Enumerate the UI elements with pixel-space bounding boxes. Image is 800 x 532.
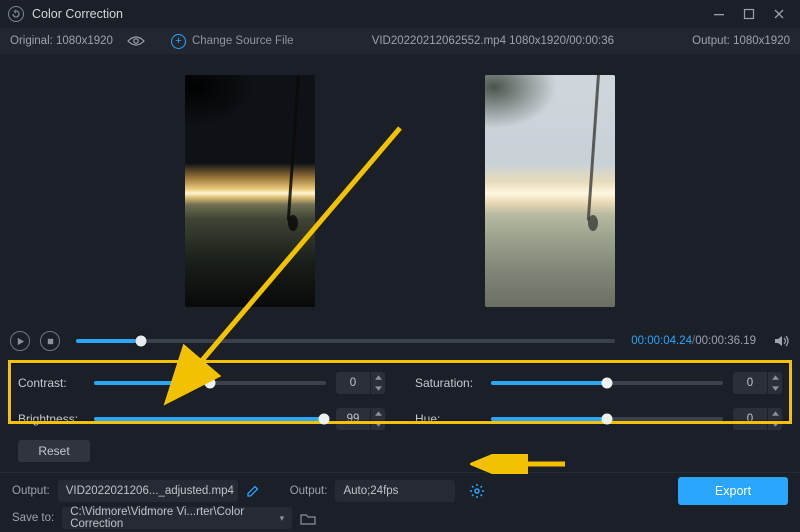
saturation-label: Saturation: <box>415 376 481 390</box>
timeline-row: 00:00:04.24/00:00:36.19 <box>0 324 800 358</box>
brightness-down[interactable] <box>371 419 385 430</box>
edit-filename-icon[interactable] <box>246 484 260 498</box>
hue-up[interactable] <box>768 408 782 419</box>
output-filename-field[interactable]: VID2022021206..._adjusted.mp4 <box>58 480 238 502</box>
brightness-label: Brightness: <box>18 412 84 426</box>
volume-icon[interactable] <box>774 334 790 348</box>
saveto-row: Save to: C:\Vidmore\Vidmore Vi...rter\Co… <box>0 504 800 532</box>
contrast-value: 0 <box>336 377 370 389</box>
contrast-control: Contrast: 0 <box>18 372 385 394</box>
chevron-down-icon: ▾ <box>280 513 285 524</box>
window-title: Color Correction <box>32 7 123 21</box>
settings-gear-icon[interactable] <box>469 483 485 499</box>
contrast-stepper[interactable]: 0 <box>336 372 385 394</box>
source-file-info: VID20220212062552.mp4 1080x1920/00:00:36 <box>294 35 693 47</box>
reset-button[interactable]: Reset <box>18 440 90 462</box>
stop-button[interactable] <box>40 331 60 351</box>
contrast-label: Contrast: <box>18 376 84 390</box>
saturation-stepper[interactable]: 0 <box>733 372 782 394</box>
open-folder-icon[interactable] <box>300 512 316 525</box>
brightness-stepper[interactable]: 99 <box>336 408 385 430</box>
contrast-handle[interactable] <box>205 378 216 389</box>
timeline-handle[interactable] <box>135 336 146 347</box>
contrast-down[interactable] <box>371 383 385 394</box>
hue-value: 0 <box>733 413 767 425</box>
hue-down[interactable] <box>768 419 782 430</box>
correction-panel: Contrast: 0 Saturation: 0 Bright <box>0 358 800 462</box>
timeline-fill <box>76 339 141 343</box>
time-total: 00:00:36.19 <box>695 335 756 347</box>
hue-handle[interactable] <box>602 414 613 425</box>
minimize-button[interactable] <box>706 4 732 24</box>
brightness-up[interactable] <box>371 408 385 419</box>
brightness-slider[interactable] <box>94 417 326 421</box>
output-format-label: Output: <box>290 485 328 497</box>
hue-label: Hue: <box>415 412 481 426</box>
app-logo-icon <box>8 6 24 22</box>
hue-stepper[interactable]: 0 <box>733 408 782 430</box>
time-current: 00:00:04.24 <box>631 335 692 347</box>
close-button[interactable] <box>766 4 792 24</box>
saveto-path-text: C:\Vidmore\Vidmore Vi...rter\Color Corre… <box>70 506 279 530</box>
change-source-button[interactable]: + Change Source File <box>171 34 294 49</box>
source-row: Original: 1080x1920 + Change Source File… <box>0 28 800 54</box>
hue-control: Hue: 0 <box>415 408 782 430</box>
output-format-field[interactable]: Auto;24fps <box>335 480 455 502</box>
original-preview <box>185 75 315 307</box>
preview-area <box>0 54 800 324</box>
contrast-up[interactable] <box>371 372 385 383</box>
adjusted-preview <box>485 75 615 307</box>
output-row: Output: VID2022021206..._adjusted.mp4 Ou… <box>0 472 800 504</box>
preview-toggle-icon[interactable] <box>127 35 145 47</box>
saveto-label: Save to: <box>12 512 54 524</box>
contrast-slider[interactable] <box>94 381 326 385</box>
hue-slider[interactable] <box>491 417 723 421</box>
export-button[interactable]: Export <box>678 477 788 505</box>
saveto-path-field[interactable]: C:\Vidmore\Vidmore Vi...rter\Color Corre… <box>62 507 292 529</box>
timeline-slider[interactable] <box>76 339 615 343</box>
saturation-down[interactable] <box>768 383 782 394</box>
output-resolution-label: Output: 1080x1920 <box>692 35 790 47</box>
title-bar: Color Correction <box>0 0 800 28</box>
saturation-up[interactable] <box>768 372 782 383</box>
brightness-control: Brightness: 99 <box>18 408 385 430</box>
change-source-label: Change Source File <box>192 35 294 47</box>
saturation-control: Saturation: 0 <box>415 372 782 394</box>
saturation-value: 0 <box>733 377 767 389</box>
brightness-value: 99 <box>336 413 370 425</box>
output-filename-label: Output: <box>12 485 50 497</box>
timecode: 00:00:04.24/00:00:36.19 <box>631 335 756 347</box>
play-button[interactable] <box>10 331 30 351</box>
original-resolution-label: Original: 1080x1920 <box>10 35 113 47</box>
brightness-handle[interactable] <box>318 414 329 425</box>
saturation-handle[interactable] <box>602 378 613 389</box>
saturation-slider[interactable] <box>491 381 723 385</box>
plus-icon: + <box>171 34 186 49</box>
maximize-button[interactable] <box>736 4 762 24</box>
